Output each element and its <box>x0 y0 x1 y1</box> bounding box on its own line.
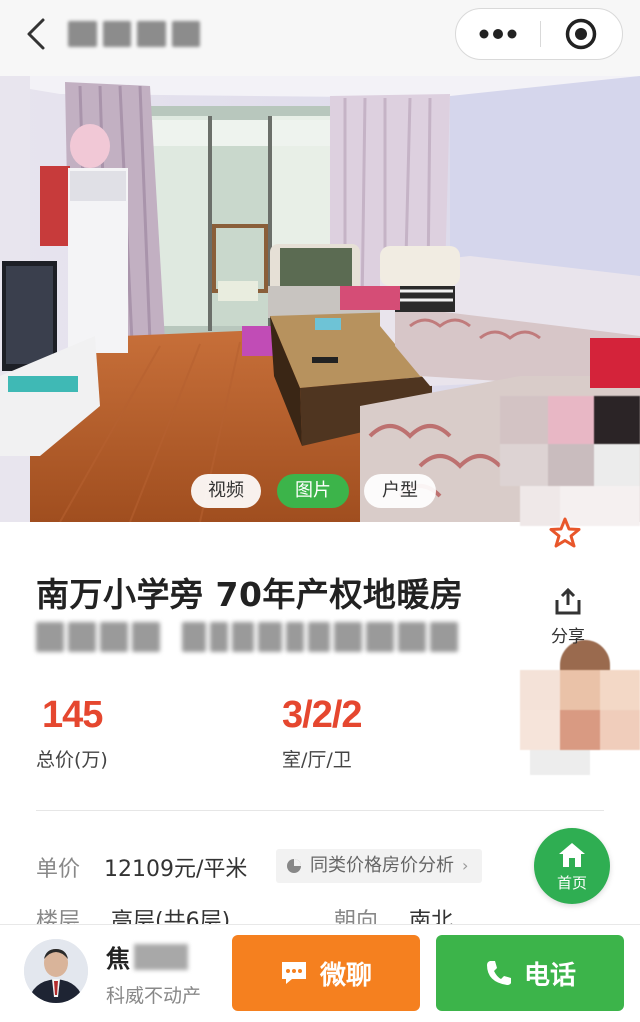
unit-price-value: 12109元/平米 <box>104 857 248 882</box>
favorite-button[interactable] <box>548 516 582 550</box>
agent-name: 焦 <box>106 939 188 974</box>
tab-floorplan[interactable]: 户型 <box>364 474 436 508</box>
agent-photo <box>24 939 88 1003</box>
home-icon <box>559 843 585 867</box>
back-button[interactable] <box>14 12 58 56</box>
total-price-stat: 145 总价(万) <box>36 694 108 772</box>
total-price-value: 145 <box>42 694 103 736</box>
phone-icon <box>486 961 511 985</box>
share-label: 分享 <box>551 627 585 647</box>
tab-photos[interactable]: 图片 <box>277 474 349 508</box>
top-navigation-bar <box>0 0 640 76</box>
miniprogram-capsule <box>455 8 623 60</box>
chat-button[interactable]: 微聊 <box>232 935 420 1011</box>
agent-avatar[interactable] <box>24 939 88 1003</box>
layout-value: 3/2/2 <box>282 694 363 736</box>
section-divider <box>36 810 604 811</box>
agent-name-blurred <box>134 943 188 970</box>
target-close-icon <box>566 18 597 50</box>
more-dots-icon <box>479 29 517 39</box>
unit-price-key: 单价 <box>36 857 81 882</box>
pie-chart-icon <box>287 859 301 873</box>
layout-stat: 3/2/2 室/厅/卫 <box>282 694 363 772</box>
agency-name: 科威不动产 <box>106 985 202 1007</box>
layout-label: 室/厅/卫 <box>282 749 352 771</box>
chat-label: 微聊 <box>319 960 372 991</box>
chat-bubble-icon <box>281 962 306 984</box>
blurred-watermark <box>500 396 640 526</box>
share-button[interactable]: 分享 <box>540 586 596 648</box>
tab-video[interactable]: 视频 <box>191 474 261 508</box>
call-button[interactable]: 电话 <box>436 935 624 1011</box>
more-button[interactable] <box>456 9 540 59</box>
agent-surname: 焦 <box>106 945 130 973</box>
listing-title: 南万小学旁 70年产权地暖房 <box>36 575 464 614</box>
chevron-left-icon <box>27 18 45 50</box>
bottom-action-bar: 焦 科威不动产 微聊 电话 <box>0 924 640 1022</box>
blurred-avatar-sticker <box>520 640 640 775</box>
share-icon <box>555 587 581 615</box>
price-analysis-link[interactable]: 同类价格房价分析 › <box>276 849 483 883</box>
page-title-blurred <box>68 18 200 50</box>
unit-price-row: 单价 12109元/平米 <box>36 850 247 884</box>
price-analysis-label: 同类价格房价分析 <box>310 855 454 876</box>
call-label: 电话 <box>523 960 576 991</box>
home-button[interactable]: 首页 <box>534 828 610 904</box>
listing-subtitle-blurred <box>36 622 470 658</box>
total-price-label: 总价(万) <box>36 749 108 771</box>
close-miniprogram-button[interactable] <box>541 9 623 59</box>
home-label: 首页 <box>556 874 587 892</box>
star-outline-icon <box>549 517 581 548</box>
chevron-right-icon: › <box>462 856 469 875</box>
